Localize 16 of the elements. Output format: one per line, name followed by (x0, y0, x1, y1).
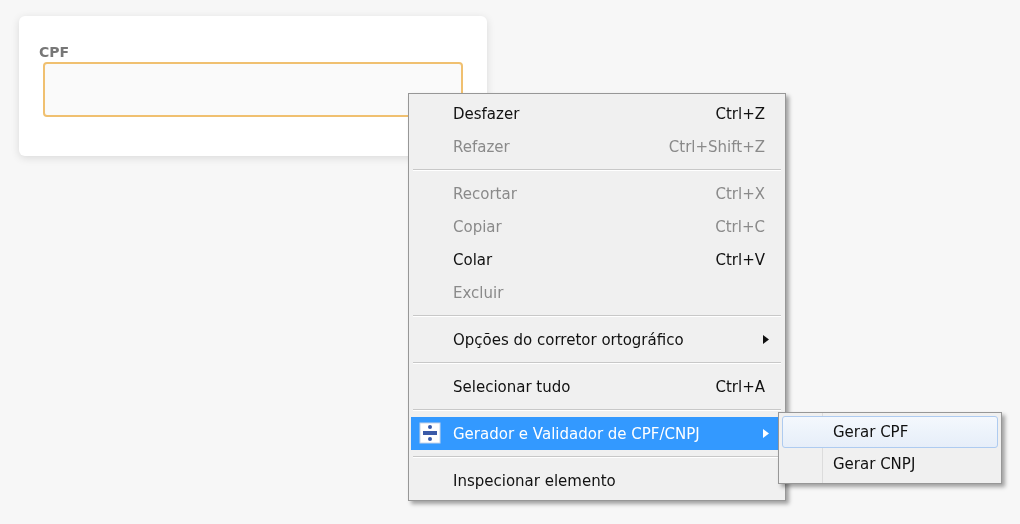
shortcut-text: Ctrl+X (715, 184, 765, 203)
menu-item[interactable]: Gerar CPF (782, 416, 998, 448)
menu-item[interactable]: Opções do corretor ortográfico (411, 323, 783, 356)
menu-item[interactable]: Desfazer Ctrl+Z (411, 97, 783, 130)
document-icon (419, 422, 441, 444)
shortcut-text: Ctrl+A (715, 377, 765, 396)
menu-item[interactable]: Gerar CNPJ (782, 448, 998, 480)
menu-item[interactable]: Selecionar tudo Ctrl+A (411, 370, 783, 403)
shortcut-text: Ctrl+V (715, 250, 765, 269)
submenu-arrow-icon (763, 335, 769, 344)
menu-item[interactable]: Colar Ctrl+V (411, 243, 783, 276)
submenu-arrow-icon (763, 429, 769, 438)
shortcut-text: Ctrl+Z (715, 104, 765, 123)
shortcut-text: Ctrl+C (715, 217, 765, 236)
shortcut-text: Ctrl+Shift+Z (668, 137, 765, 156)
field-label: CPF (39, 44, 70, 60)
